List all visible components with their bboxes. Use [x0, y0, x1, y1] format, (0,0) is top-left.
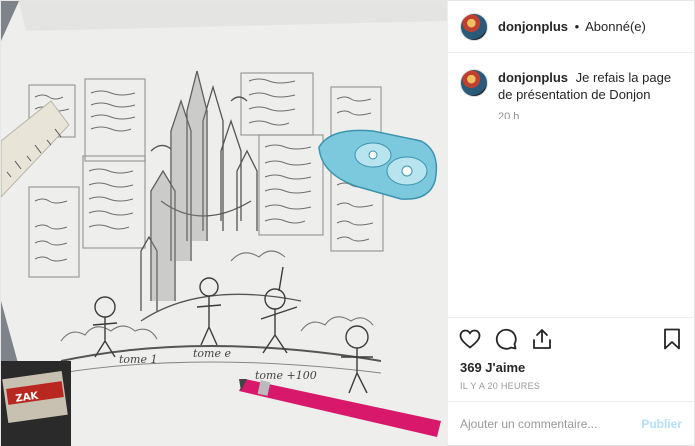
publish-button[interactable]: Publier [641, 417, 682, 431]
follow-status-button[interactable]: Abonné(e) [585, 19, 646, 34]
caption-username[interactable]: donjonplus [498, 70, 568, 85]
heart-icon[interactable] [458, 327, 482, 351]
post-actions: 369 J'aime IL Y A 20 HEURES [448, 317, 694, 401]
header-text: donjonplus • Abonné(e) [498, 19, 646, 34]
header-separator: • [574, 19, 580, 34]
label-tome-100: tome +100 [255, 369, 317, 382]
caption-text: donjonplus Je refais la page de présenta… [498, 69, 682, 103]
comment-input[interactable] [460, 416, 642, 431]
share-icon[interactable] [530, 327, 554, 351]
caption-avatar[interactable] [460, 69, 488, 97]
caption-comment: donjonplus Je refais la page de présenta… [460, 69, 682, 103]
tape-measure: ZAK [1, 361, 71, 446]
caption-time: 20 h [498, 111, 520, 119]
post-photo[interactable]: tome 1 tome e tome +100 ZAK [1, 1, 447, 446]
bookmark-icon[interactable] [660, 327, 684, 351]
label-tome-e: tome e [193, 347, 231, 360]
post-date: IL Y A 20 HEURES [460, 381, 541, 391]
sketch-photo: tome 1 tome e tome +100 ZAK [1, 1, 447, 446]
comment-icon[interactable] [494, 327, 518, 351]
likes-count[interactable]: 369 J'aime [458, 354, 684, 379]
header-username[interactable]: donjonplus [498, 19, 568, 34]
post-sidebar: donjonplus • Abonné(e) donjonplus Je ref… [447, 1, 694, 445]
instagram-post: tome 1 tome e tome +100 ZAK donjonplus •… [0, 0, 695, 446]
add-comment-bar: Publier [448, 401, 694, 445]
label-tome1: tome 1 [119, 353, 157, 366]
post-header: donjonplus • Abonné(e) [448, 1, 694, 53]
avatar[interactable] [460, 12, 488, 41]
comments-area: donjonplus Je refais la page de présenta… [448, 53, 694, 317]
action-icons [458, 324, 684, 354]
